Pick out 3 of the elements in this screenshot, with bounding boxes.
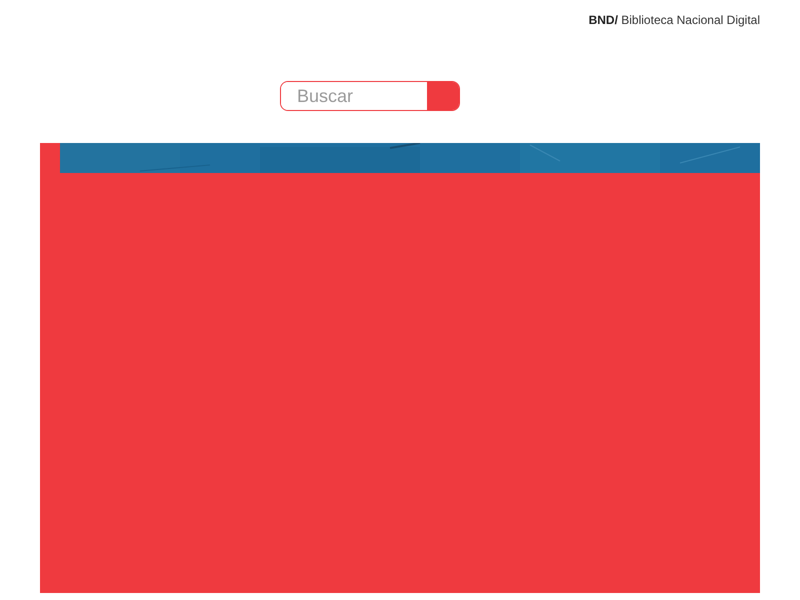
site-title: BND/ Biblioteca Nacional Digital xyxy=(588,13,760,27)
search-field[interactable]: Buscar xyxy=(280,81,460,111)
search-button[interactable] xyxy=(427,82,459,110)
